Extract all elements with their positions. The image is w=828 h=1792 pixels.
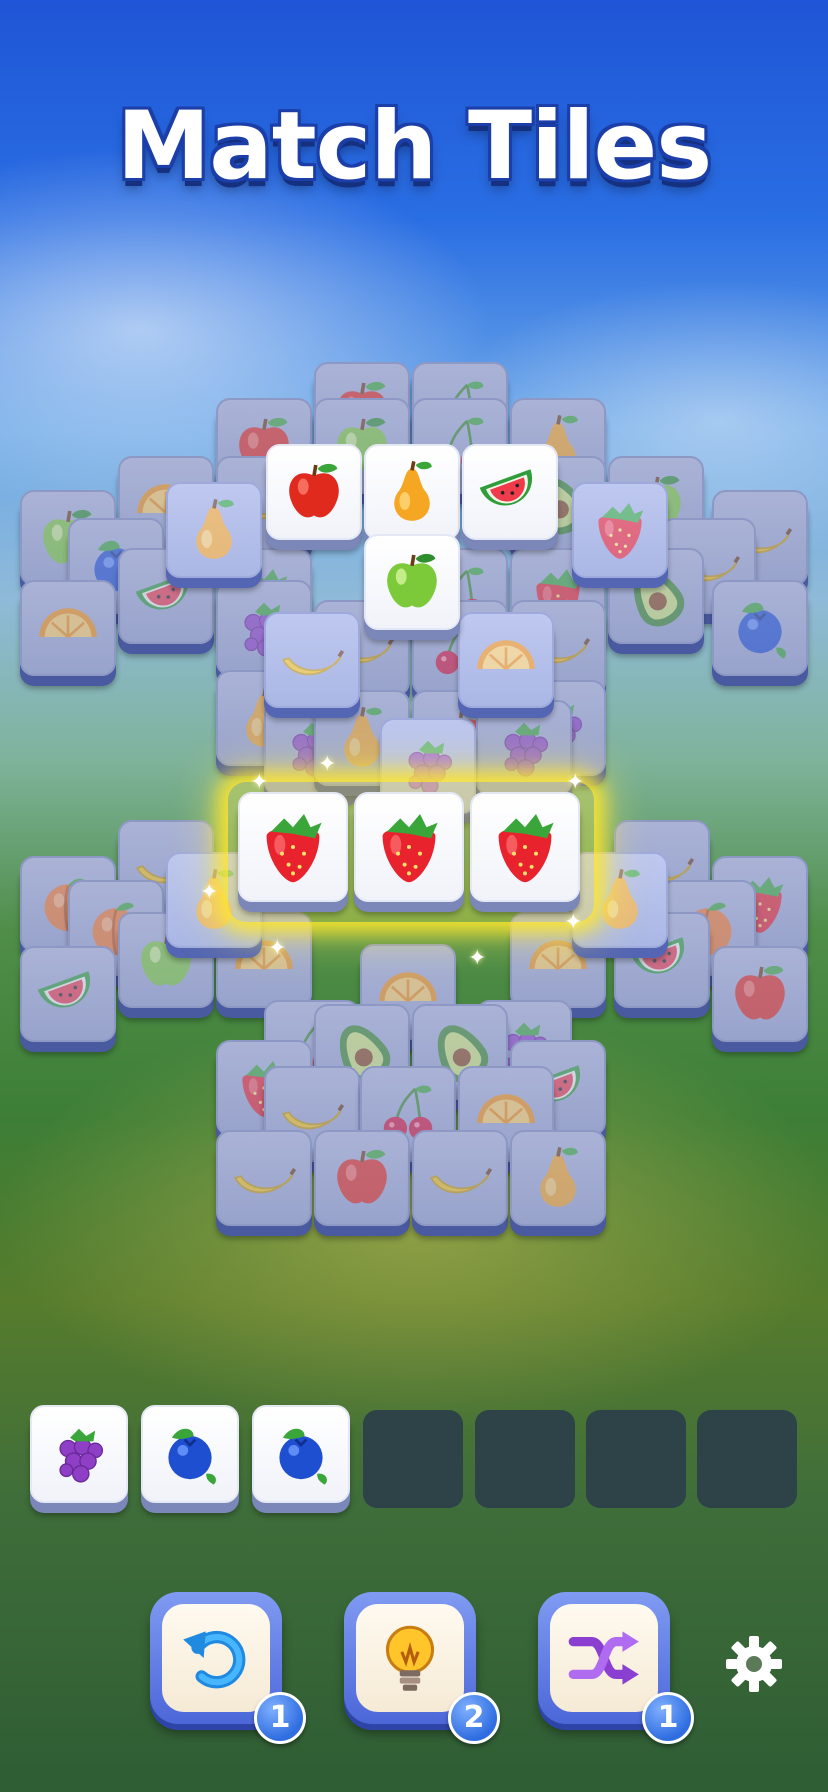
sparkle-icon: ✦ bbox=[468, 946, 487, 971]
banana-icon bbox=[424, 1142, 496, 1214]
grapes-icon bbox=[488, 712, 560, 784]
tray-slot-grapes bbox=[30, 1405, 128, 1503]
tile-blueberry bbox=[712, 580, 808, 676]
tile-strawberry bbox=[572, 482, 668, 578]
tile-apple bbox=[712, 946, 808, 1042]
shuffle-count-badge: 1 bbox=[642, 1692, 694, 1744]
tile-orange bbox=[458, 612, 554, 708]
sparkle-icon: ✦ bbox=[566, 770, 585, 795]
shuffle-button[interactable]: 1 bbox=[538, 1592, 694, 1744]
apple-icon bbox=[724, 958, 796, 1030]
watermelon-icon bbox=[32, 958, 104, 1030]
lightbulb-icon bbox=[356, 1604, 464, 1712]
tile-board: ✦ ✦ ✦ ✦ ✦ ✦ ✦ bbox=[0, 0, 828, 1792]
tray-slot-blueberry bbox=[252, 1405, 350, 1503]
pear-icon bbox=[584, 864, 656, 936]
tile-watermelon bbox=[20, 946, 116, 1042]
sparkle-icon: ✦ bbox=[318, 752, 337, 777]
banana-icon bbox=[276, 624, 348, 696]
tray-slot-empty bbox=[363, 1410, 463, 1508]
blueberry-icon bbox=[154, 1418, 226, 1490]
greenapple-icon bbox=[376, 546, 448, 618]
sparkle-icon: ✦ bbox=[564, 910, 583, 935]
pear-icon bbox=[522, 1142, 594, 1214]
hint-count-badge: 2 bbox=[448, 1692, 500, 1744]
strawberry-icon bbox=[249, 803, 337, 891]
orange-icon bbox=[32, 592, 104, 664]
tile-apple[interactable] bbox=[266, 444, 362, 540]
sparkle-icon: ✦ bbox=[250, 770, 269, 795]
undo-button[interactable]: 1 bbox=[150, 1592, 306, 1744]
hint-button[interactable]: 2 bbox=[344, 1592, 500, 1744]
sparkle-icon: ✦ bbox=[200, 880, 219, 905]
orange-icon bbox=[470, 624, 542, 696]
pear-icon bbox=[178, 494, 250, 566]
tile-pear[interactable] bbox=[364, 444, 460, 540]
tile-banana bbox=[264, 612, 360, 708]
matched-tile-strawberry[interactable] bbox=[238, 792, 348, 902]
tile-watermelon[interactable] bbox=[462, 444, 558, 540]
shuffle-icon bbox=[550, 1604, 658, 1712]
tile-pear bbox=[166, 482, 262, 578]
gear-icon[interactable] bbox=[724, 1634, 784, 1694]
blueberry-icon bbox=[724, 592, 796, 664]
matched-tile-strawberry[interactable] bbox=[470, 792, 580, 902]
tile-apple bbox=[314, 1130, 410, 1226]
apple-icon bbox=[278, 456, 350, 528]
pear-icon bbox=[376, 456, 448, 528]
strawberry-icon bbox=[481, 803, 569, 891]
tile-greenapple[interactable] bbox=[364, 534, 460, 630]
apple-icon bbox=[326, 1142, 398, 1214]
strawberry-icon bbox=[584, 494, 656, 566]
tray-slot-empty bbox=[586, 1410, 686, 1508]
strawberry-icon bbox=[365, 803, 453, 891]
matched-tile-strawberry[interactable] bbox=[354, 792, 464, 902]
tray-slot-empty bbox=[475, 1410, 575, 1508]
undo-count-badge: 1 bbox=[254, 1692, 306, 1744]
blueberry-icon bbox=[265, 1418, 337, 1490]
tile-orange bbox=[20, 580, 116, 676]
sparkle-icon: ✦ bbox=[268, 936, 287, 961]
tile-pear bbox=[510, 1130, 606, 1226]
watermelon-icon bbox=[474, 456, 546, 528]
grapes-icon bbox=[43, 1418, 115, 1490]
tray-slot-empty bbox=[697, 1410, 797, 1508]
tile-banana bbox=[216, 1130, 312, 1226]
tile-banana bbox=[412, 1130, 508, 1226]
banana-icon bbox=[228, 1142, 300, 1214]
tray-slot-blueberry bbox=[141, 1405, 239, 1503]
undo-arrow-icon bbox=[162, 1604, 270, 1712]
